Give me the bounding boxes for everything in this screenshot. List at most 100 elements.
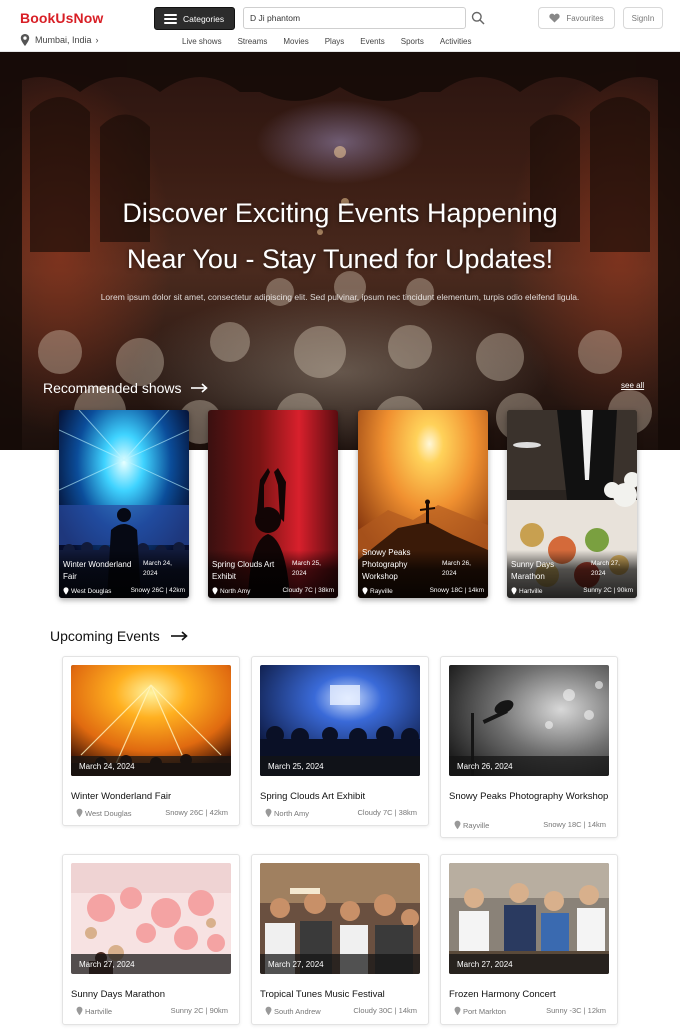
event-date: March 27, 2024 (449, 954, 609, 974)
main-nav: Live shows Streams Movies Plays Events S… (182, 37, 487, 46)
event-card[interactable]: March 25, 2024 Spring Clouds Art Exhibit… (251, 656, 429, 826)
card-title: Winter Wonderland Fair (63, 560, 132, 581)
hero-title-line-1: Discover Exciting Events Happening (122, 198, 558, 228)
event-date: March 26, 2024 (449, 756, 609, 776)
location-pin-icon (20, 34, 30, 46)
nav-movies[interactable]: Movies (283, 37, 308, 46)
event-location-label: Hartville (85, 1006, 113, 1016)
recommended-title: Recommended shows (43, 380, 182, 396)
event-weather-distance: Snowy 18C | 14km (543, 820, 606, 829)
event-location-label: South Andrew (274, 1006, 321, 1016)
card-location-label: Hartville (519, 587, 543, 595)
event-title: Frozen Harmony Concert (449, 989, 556, 1000)
event-location: West Douglas (76, 808, 132, 818)
card-weather-distance: Snowy 18C | 14km (429, 587, 484, 594)
event-date: March 27, 2024 (71, 954, 231, 974)
search-input[interactable] (243, 7, 466, 29)
event-card[interactable]: March 24, 2024 Winter Wonderland Fair We… (62, 656, 240, 826)
brand-logo[interactable]: BookUsNow (20, 10, 103, 26)
event-image: March 24, 2024 (71, 665, 231, 776)
upcoming-heading[interactable]: Upcoming Events (50, 628, 188, 644)
card-date: March 25, 2024 (292, 560, 321, 577)
event-date: March 27, 2024 (260, 954, 420, 974)
event-weather-distance: Cloudy 30C | 14km (353, 1006, 417, 1015)
card-title: Sunny Days Marathon (511, 560, 555, 581)
nav-activities[interactable]: Activities (440, 37, 472, 46)
nav-streams[interactable]: Streams (238, 37, 268, 46)
card-location: Rayville (362, 587, 393, 595)
recommended-card[interactable]: Spring Clouds Art Exhibit March 25, 2024… (208, 410, 338, 598)
location-pin-icon (212, 587, 218, 595)
event-location-label: Rayville (463, 820, 490, 830)
event-date: March 25, 2024 (260, 756, 420, 776)
location-pin-icon (511, 587, 517, 595)
event-title: Winter Wonderland Fair (71, 791, 172, 802)
nav-events[interactable]: Events (360, 37, 384, 46)
event-location: Port Markton (454, 1006, 506, 1016)
location-pin-icon (265, 808, 272, 818)
card-location-label: West Douglas (71, 587, 112, 595)
card-weather-distance: Snowy 26C | 42km (130, 587, 185, 594)
chevron-right-icon: › (95, 35, 99, 45)
location-pin-icon (362, 587, 368, 595)
card-location: Hartville (511, 587, 542, 595)
location-pin-icon (454, 820, 461, 830)
event-title: Sunny Days Marathon (71, 989, 165, 1000)
event-weather-distance: Sunny -3C | 12km (546, 1006, 606, 1015)
event-title: Spring Clouds Art Exhibit (260, 791, 366, 802)
card-date: March 24, 2024 (143, 560, 172, 577)
favourites-label: Favourites (566, 13, 604, 23)
event-image: March 27, 2024 (260, 863, 420, 974)
event-image: March 27, 2024 (449, 863, 609, 974)
card-location-label: North Amy (220, 587, 251, 595)
event-card[interactable]: March 26, 2024 Snowy Peaks Photography W… (440, 656, 618, 838)
event-card[interactable]: March 27, 2024 Tropical Tunes Music Fest… (251, 854, 429, 1025)
event-location: Hartville (76, 1006, 112, 1016)
categories-button[interactable]: Categories (154, 7, 235, 30)
nav-sports[interactable]: Sports (401, 37, 424, 46)
card-title: Spring Clouds Art Exhibit (212, 560, 275, 581)
location-pin-icon (454, 1006, 461, 1016)
search-icon[interactable] (471, 11, 485, 25)
location-pin-icon (76, 1006, 83, 1016)
upcoming-title: Upcoming Events (50, 628, 160, 644)
card-location-label: Rayville (370, 587, 393, 595)
card-title: Snowy Peaks Photography Workshop (362, 548, 411, 581)
event-title: Tropical Tunes Music Festival (260, 989, 385, 1000)
event-weather-distance: Cloudy 7C | 38km (357, 808, 417, 817)
location-selector[interactable]: Mumbai, India › (20, 34, 99, 46)
event-location: Rayville (454, 820, 489, 830)
categories-label: Categories (183, 13, 225, 24)
event-location-label: Port Markton (463, 1006, 506, 1016)
event-image: March 25, 2024 (260, 665, 420, 776)
hamburger-menu-icon (164, 13, 177, 24)
hero-title-line-2: Near You - Stay Tuned for Updates! (126, 244, 554, 274)
event-date: March 24, 2024 (71, 756, 231, 776)
card-location: West Douglas (63, 587, 111, 595)
hero-subtitle: Lorem ipsum dolor sit amet, consectetur … (100, 292, 580, 302)
recommended-card[interactable]: Snowy Peaks Photography Workshop March 2… (358, 410, 488, 598)
hero-title: Discover Exciting Events Happening Near … (40, 190, 640, 282)
heart-icon (549, 13, 560, 23)
recommended-heading[interactable]: Recommended shows (43, 380, 208, 396)
signin-button[interactable]: SignIn (623, 7, 663, 29)
event-card[interactable]: March 27, 2024 Frozen Harmony Concert Po… (440, 854, 618, 1025)
event-image: March 27, 2024 (71, 863, 231, 974)
card-weather-distance: Sunny 2C | 90km (583, 587, 633, 594)
recommended-card[interactable]: Sunny Days Marathon March 27, 2024 Hartv… (507, 410, 637, 598)
event-weather-distance: Sunny 2C | 90km (170, 1006, 228, 1015)
event-title: Snowy Peaks Photography Workshop (449, 791, 609, 802)
recommended-card[interactable]: Winter Wonderland Fair March 24, 2024 We… (59, 410, 189, 598)
location-pin-icon (63, 587, 69, 595)
card-weather-distance: Cloudy 7C | 38km (282, 587, 334, 594)
event-location-label: North Amy (274, 808, 310, 818)
favourites-button[interactable]: Favourites (538, 7, 615, 29)
see-all-link[interactable]: see all (621, 381, 644, 390)
event-card[interactable]: March 27, 2024 Sunny Days Marathon Hartv… (62, 854, 240, 1025)
event-weather-distance: Snowy 26C | 42km (165, 808, 228, 817)
nav-plays[interactable]: Plays (325, 37, 345, 46)
nav-live-shows[interactable]: Live shows (182, 37, 222, 46)
card-location: North Amy (212, 587, 250, 595)
arrow-right-icon (170, 631, 188, 641)
card-date: March 26, 2024 (442, 560, 471, 577)
